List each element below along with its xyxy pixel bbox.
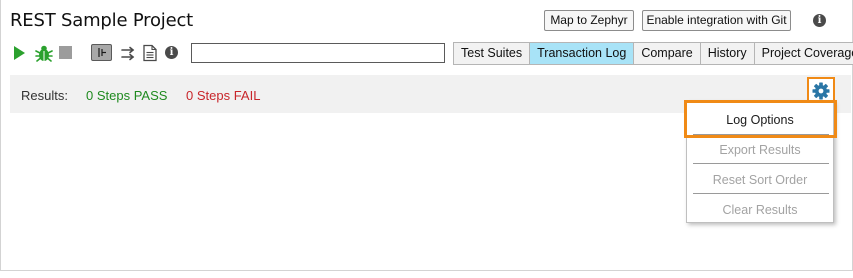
pass-count: 0 Steps PASS — [86, 88, 168, 103]
tab-history[interactable]: History — [700, 43, 755, 64]
menu-item-export-results: Export Results — [719, 143, 801, 157]
fail-count: 0 Steps FAIL — [186, 88, 261, 103]
tab-transaction-log[interactable]: Transaction Log — [530, 43, 635, 64]
menu-divider — [693, 193, 829, 194]
page-title: REST Sample Project — [10, 10, 194, 31]
play-icon[interactable] — [14, 46, 25, 60]
menu-divider — [693, 163, 829, 164]
tab-test-suites[interactable]: Test Suites — [454, 43, 531, 64]
tab-bar: Test Suites Transaction Log Compare Hist… — [453, 42, 853, 65]
highlight-frame — [684, 100, 837, 138]
document-icon[interactable] — [143, 44, 157, 62]
map-to-zephyr-button[interactable]: Map to Zephyr — [544, 10, 634, 31]
tab-project-coverage[interactable]: Project Coverage — [754, 43, 853, 64]
search-input[interactable] — [191, 43, 445, 63]
info-icon[interactable]: i — [165, 46, 178, 59]
info-icon[interactable]: i — [813, 14, 826, 27]
toggle-icon[interactable] — [91, 44, 112, 61]
tab-compare[interactable]: Compare — [634, 43, 701, 64]
results-label: Results: — [21, 88, 68, 103]
transfer-icon[interactable] — [121, 45, 135, 63]
menu-item-reset-sort-order: Reset Sort Order — [712, 173, 808, 187]
app-panel: REST Sample Project Map to Zephyr Enable… — [0, 0, 853, 271]
menu-item-clear-results: Clear Results — [722, 203, 798, 217]
bug-icon[interactable] — [35, 44, 53, 62]
stop-icon[interactable] — [59, 46, 72, 59]
enable-git-button[interactable]: Enable integration with Git — [642, 10, 791, 31]
